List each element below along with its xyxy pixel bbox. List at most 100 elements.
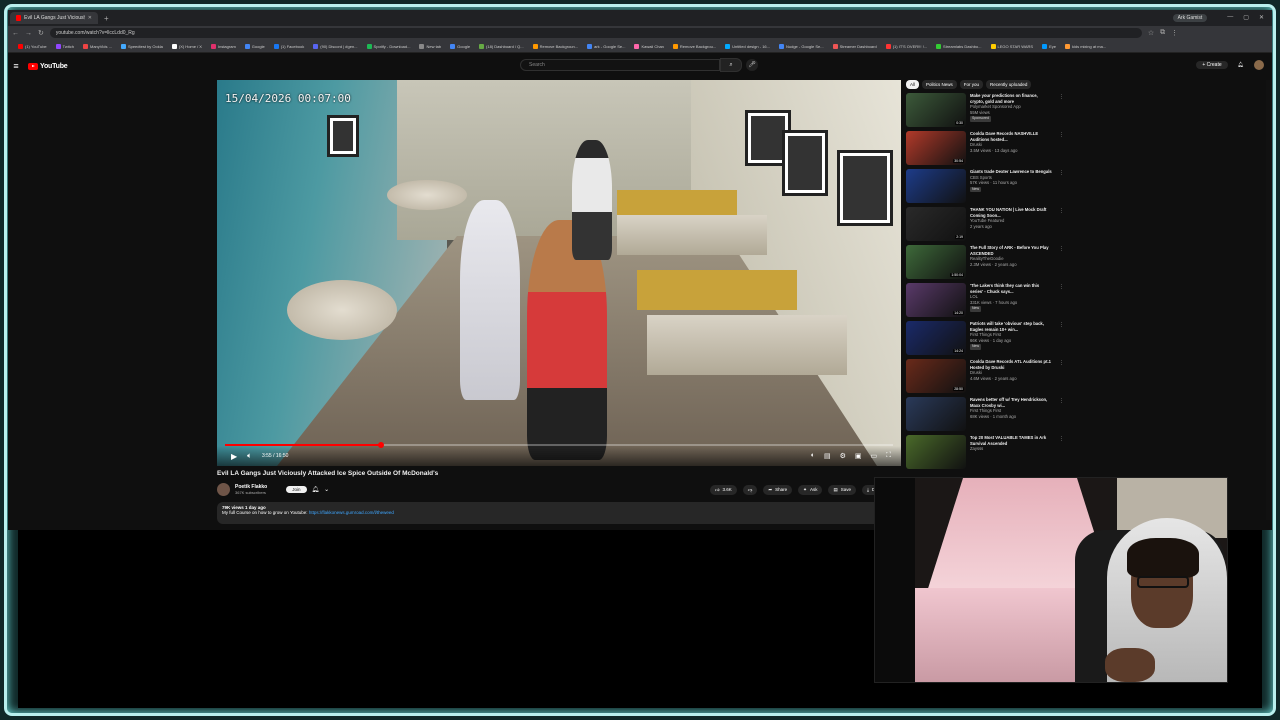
like-button[interactable]: 👍︎ 3.6K [709,484,737,495]
bookmark-item[interactable]: ark - Google Se... [587,43,625,49]
autoplay-toggle-icon[interactable]: ◐ [811,452,815,460]
settings-gear-icon[interactable]: ⚙ [840,452,846,460]
more-options-icon[interactable]: ⋮ [1059,284,1064,290]
bookmark-item[interactable]: (1) IT'S OVER!!! !... [885,43,927,49]
forward-icon[interactable]: → [25,30,32,37]
filter-chip[interactable]: Politics News [922,80,957,89]
more-options-icon[interactable]: ⋮ [1059,398,1064,404]
search-icon[interactable]: ⌕ [720,58,742,72]
back-icon[interactable]: ← [12,30,19,37]
bookmark-item[interactable]: Remove Backgroun... [532,43,578,49]
bookmark-item[interactable]: Streamlabs Dashbo... [936,43,982,49]
browser-menu-icon[interactable]: ⋮ [1171,29,1178,37]
recommendation-title[interactable]: Coolda Dave Records ATL Auditions pt.1 H… [970,359,1052,370]
profile-chip[interactable]: Ark Gamist [1172,14,1208,22]
recommendation-title[interactable]: Make your predictions on finance, crypto… [970,93,1052,104]
notifications-bell-icon[interactable]: 🔔︎ [1238,62,1244,68]
extensions-icon[interactable]: ⧉ [1160,29,1165,37]
video-thumbnail[interactable]: 30:54 [906,131,966,165]
more-options-icon[interactable]: ⋮ [1059,246,1064,252]
recommendation-item[interactable]: Giants trade Dexter Lawrence to Bengals C… [906,169,1064,203]
new-tab-button[interactable]: + [104,14,109,23]
reload-icon[interactable]: ↻ [38,29,44,37]
close-tab-icon[interactable]: ✕ [88,15,92,21]
microphone-icon[interactable]: 🎤︎ [746,59,758,71]
recommendation-title[interactable]: Ravens better off w/ Trey Hendrickson, M… [970,397,1052,408]
bookmark-item[interactable]: Instagram [210,43,236,49]
filter-chip[interactable]: All [906,80,920,89]
more-options-icon[interactable]: ⋮ [1059,170,1064,176]
account-avatar[interactable] [1254,60,1264,70]
fullscreen-icon[interactable]: ⛶ [886,452,891,460]
recommendation-item[interactable]: 28:50 Coolda Dave Records ATL Auditions p… [906,359,1064,393]
video-thumbnail[interactable]: 1:50:04 [906,245,966,279]
more-options-icon[interactable]: ⋮ [1059,94,1064,100]
recommendation-item[interactable]: 0:30 Make your predictions on finance, cr… [906,93,1064,127]
more-options-icon[interactable]: ⋮ [1059,436,1064,442]
subtitles-icon[interactable]: ▤ [824,452,831,460]
dislike-button[interactable]: 👎︎ [742,484,758,495]
bookmark-item[interactable]: Untitled design - 16... [725,43,770,49]
bookmark-item[interactable]: (X) Home / X [171,43,202,49]
volume-icon[interactable]: 🔈︎ [247,451,252,461]
video-thumbnail[interactable] [906,397,966,431]
recommendation-item[interactable]: 1:50:04 The Full Story of ARK - Before Yo… [906,245,1064,279]
bookmark-item[interactable]: (18) Dashboard / Q... [479,43,524,49]
video-thumbnail[interactable]: 2:19 [906,207,966,241]
share-button[interactable]: ➦ Share [763,484,793,495]
more-options-icon[interactable]: ⋮ [1059,132,1064,138]
page-scrollbar[interactable] [1266,80,1272,520]
recommendation-title[interactable]: THANK YOU NATION | Live Mock Draft Comin… [970,207,1052,218]
description-box[interactable]: 79K views 1 day ago My full Course on ho… [217,502,897,524]
bookmark-item[interactable]: LEGO STAR WARS [990,43,1033,49]
more-options-icon[interactable]: ⋮ [1059,208,1064,214]
video-player[interactable]: 15/04/2026 00:07:00 ▶ 🔈︎ 3:55 / 16:50 ◐ … [217,80,901,466]
bookmark-item[interactable]: Spotify - Download... [366,43,410,49]
channel-avatar[interactable] [217,483,230,496]
video-thumbnail[interactable]: 14:20 [906,283,966,317]
filter-chip[interactable]: Recently uploaded [986,80,1032,89]
play-icon[interactable]: ▶ [231,452,237,461]
bookmark-item[interactable]: Remove Backgrou... [672,43,716,49]
hamburger-menu-icon[interactable]: ≡ [10,61,22,71]
bookmark-item[interactable]: Nudge - Google Se... [778,43,824,49]
bookmark-item[interactable]: ManyVids ... [83,43,112,49]
recommendation-item[interactable]: Top 20 Most VALUABLE TAMES in Ark Surviv… [906,435,1064,469]
recommendation-item[interactable]: 30:54 Coolda Dave Records NASHVILLE Audit… [906,131,1064,165]
recommendation-item[interactable]: Ravens better off w/ Trey Hendrickson, M… [906,397,1064,431]
recommendation-title[interactable]: The Full Story of ARK - Before You Play … [970,245,1052,256]
filter-chip[interactable]: For you [959,80,984,89]
more-options-icon[interactable]: ⋮ [1059,322,1064,328]
minimize-icon[interactable]: — [1227,14,1233,22]
bookmark-item[interactable]: New tab [419,43,441,49]
maximize-icon[interactable]: ▢ [1243,14,1249,22]
browser-tab-active[interactable]: Evil LA Gangs Just Viciously Att ✕ [10,12,98,24]
more-options-icon[interactable]: ⋮ [1059,360,1064,366]
recommendation-title[interactable]: Patriots will take 'obvious' step back, … [970,321,1052,332]
recommendation-title[interactable]: 'The Lakers think they can win this seri… [970,283,1052,294]
recommendation-item[interactable]: 2:19 THANK YOU NATION | Live Mock Draft C… [906,207,1064,241]
save-button[interactable]: ▤ Save [828,484,856,495]
close-window-icon[interactable]: ✕ [1259,14,1264,22]
ask-button[interactable]: ✦ Ask [798,484,823,495]
create-button[interactable]: + Create [1196,61,1228,69]
miniplayer-icon[interactable]: ▣ [855,452,862,460]
bookmark-item[interactable]: Eye [1042,43,1056,49]
subscribe-bell-icon[interactable]: 🔔︎ [312,486,320,493]
recommendation-title[interactable]: Coolda Dave Records NASHVILLE Auditions … [970,131,1052,142]
search-input[interactable]: Search [520,59,720,71]
recommendation-item[interactable]: 14:24 Patriots will take 'obvious' step b… [906,321,1064,355]
join-button[interactable]: Join [286,486,307,493]
bookmark-item[interactable]: kids mixing at ma... [1064,43,1106,49]
bookmark-item[interactable]: Twitch [55,43,74,49]
bookmark-item[interactable]: (90) Discord | #gen... [313,43,358,49]
theater-mode-icon[interactable]: ▭ [870,452,877,460]
bookmark-item[interactable]: Speedtest by Ookla [120,43,163,49]
chevron-down-icon[interactable]: ⌄ [324,486,329,493]
recommendation-title[interactable]: Giants trade Dexter Lawrence to Bengals [970,169,1052,175]
url-field[interactable]: youtube.com/watch?v=llccLdd0_Rg [49,28,1142,38]
bookmark-item[interactable]: Google [244,43,265,49]
bookmark-item[interactable]: Google [450,43,470,49]
recommendation-title[interactable]: Top 20 Most VALUABLE TAMES in Ark Surviv… [970,435,1052,446]
bookmark-item[interactable]: Streamer Dashboard [832,43,877,49]
